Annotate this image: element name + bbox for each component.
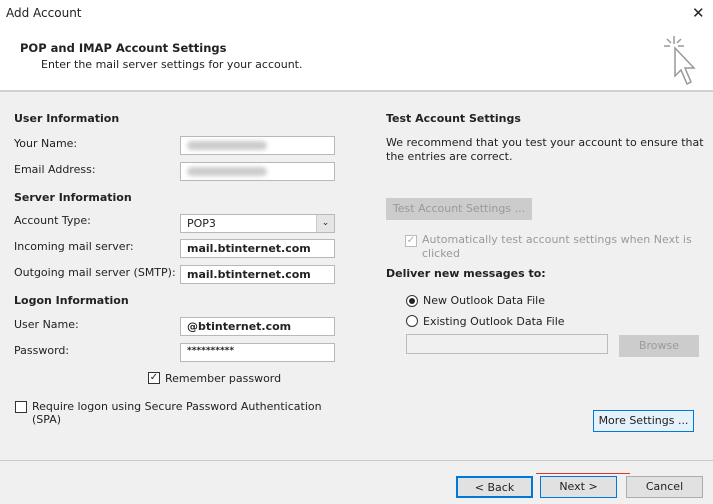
existing-data-file-radio[interactable] xyxy=(406,315,418,327)
cancel-button[interactable]: Cancel xyxy=(626,476,703,498)
account-type-select[interactable]: POP3 ⌄ xyxy=(180,214,335,233)
chevron-down-icon[interactable]: ⌄ xyxy=(316,215,334,232)
close-button[interactable]: ✕ xyxy=(692,4,705,22)
data-file-path-input[interactable] xyxy=(406,334,608,354)
existing-data-file-label: Existing Outlook Data File xyxy=(423,315,565,328)
auto-test-checkbox[interactable]: ✓ xyxy=(405,235,417,247)
password-label: Password: xyxy=(14,344,70,357)
test-description: We recommend that you test your account … xyxy=(386,136,704,163)
username-input[interactable]: @btinternet.com xyxy=(180,317,335,336)
back-button[interactable]: < Back xyxy=(456,476,533,498)
logon-info-heading: Logon Information xyxy=(14,294,129,307)
your-name-input[interactable] xyxy=(180,136,335,155)
auto-test-label: Automatically test account settings when… xyxy=(422,233,692,260)
wizard-cursor-icon xyxy=(664,36,696,86)
username-label: User Name: xyxy=(14,318,79,331)
incoming-server-input[interactable]: mail.btinternet.com xyxy=(180,239,335,258)
user-info-heading: User Information xyxy=(14,112,120,125)
new-data-file-label: New Outlook Data File xyxy=(423,294,545,307)
test-account-settings-button[interactable]: Test Account Settings ... xyxy=(386,198,532,220)
spa-label: Require logon using Secure Password Auth… xyxy=(32,400,322,426)
next-highlight xyxy=(536,473,630,474)
account-type-value: POP3 xyxy=(187,217,216,230)
more-settings-button[interactable]: More Settings ... xyxy=(593,410,694,432)
account-type-label: Account Type: xyxy=(14,214,91,227)
password-input[interactable]: ********** xyxy=(180,343,335,362)
remember-password-checkbox[interactable]: ✓ xyxy=(148,372,160,384)
footer-divider xyxy=(0,460,713,461)
email-label: Email Address: xyxy=(14,163,96,176)
outgoing-label: Outgoing mail server (SMTP): xyxy=(14,266,176,279)
new-data-file-radio[interactable] xyxy=(406,295,418,307)
outgoing-server-input[interactable]: mail.btinternet.com xyxy=(180,265,335,284)
your-name-label: Your Name: xyxy=(14,137,78,150)
email-input[interactable] xyxy=(180,162,335,181)
incoming-label: Incoming mail server: xyxy=(14,240,134,253)
browse-button[interactable]: Browse xyxy=(619,335,699,357)
page-title: POP and IMAP Account Settings xyxy=(20,41,227,55)
deliver-heading: Deliver new messages to: xyxy=(386,267,546,280)
server-info-heading: Server Information xyxy=(14,191,132,204)
remember-password-label: Remember password xyxy=(165,372,282,385)
next-button[interactable]: Next > xyxy=(540,476,617,498)
page-subtitle: Enter the mail server settings for your … xyxy=(41,58,303,71)
window-title: Add Account xyxy=(6,6,82,20)
spa-checkbox[interactable] xyxy=(15,401,27,413)
test-heading: Test Account Settings xyxy=(386,112,521,125)
